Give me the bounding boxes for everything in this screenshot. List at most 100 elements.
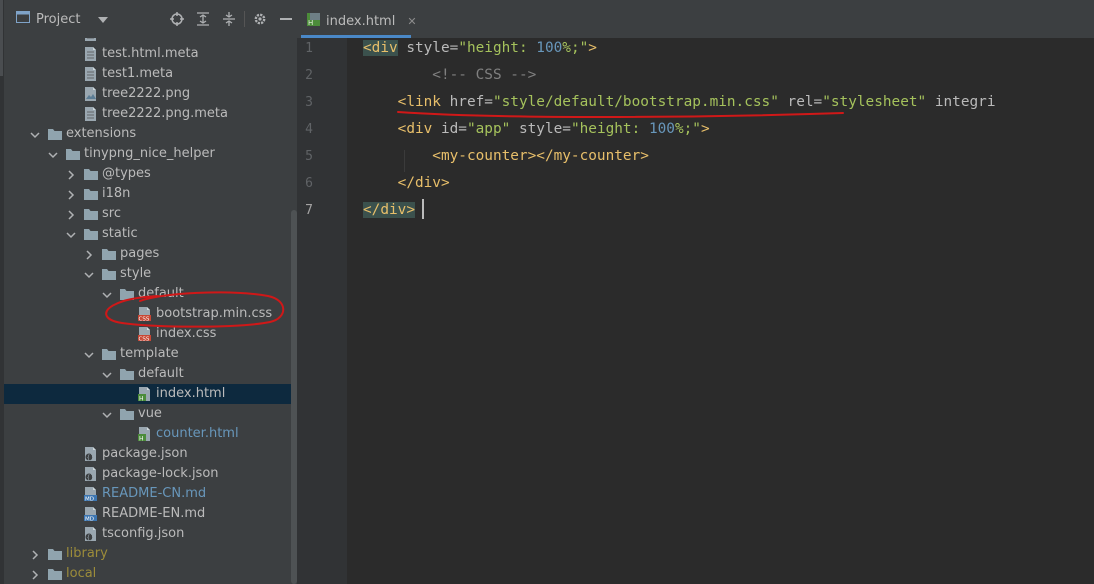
markdown-file-icon: MD	[84, 487, 98, 503]
tree-item[interactable]: test.html.meta	[4, 44, 297, 64]
html-file-icon: H	[307, 12, 320, 30]
chevron-right-icon[interactable]	[30, 569, 40, 580]
tree-item-label: pages	[120, 246, 160, 261]
chevron-down-icon[interactable]	[102, 289, 112, 299]
chevron-down-icon[interactable]	[84, 349, 94, 359]
tree-item[interactable]: library	[4, 544, 297, 564]
tree-item[interactable]: static	[4, 224, 297, 244]
tree-item-label: default	[138, 366, 184, 381]
project-header: Project	[4, 0, 297, 38]
code-line: <link href="style/default/bootstrap.min.…	[363, 92, 996, 112]
code-token: %;"	[674, 121, 701, 137]
tree-item-label: default	[138, 286, 184, 301]
line-number: 7	[305, 203, 313, 218]
code-token: rel=	[778, 94, 823, 110]
code-token: "height:	[570, 121, 649, 137]
tree-item[interactable]: test1.meta	[4, 64, 297, 84]
folder-icon	[48, 567, 62, 581]
tree-item-label: tsconfig.json	[102, 526, 185, 541]
tree-item[interactable]: default	[4, 284, 297, 304]
code-token: </div>	[363, 202, 415, 218]
svg-text:H: H	[139, 396, 144, 402]
hide-panel-button[interactable]	[273, 10, 297, 28]
tree-item[interactable]: {} tsconfig.json	[4, 524, 297, 544]
tree-item[interactable]: extensions	[4, 124, 297, 144]
tree-item[interactable]: tree2222.png	[4, 84, 297, 104]
project-toolbar	[164, 10, 297, 28]
editor-gutter: 1 2 3 4 5 6 7	[297, 38, 382, 584]
tree-item-label: @types	[102, 166, 151, 181]
tree-item-label: test1.meta	[102, 66, 174, 81]
tree-item-label: library	[66, 546, 108, 561]
chevron-right-icon[interactable]	[66, 169, 76, 180]
chevron-down-icon[interactable]	[84, 269, 94, 279]
code-editor[interactable]: <div style="height: 100%;"> <!-- CSS -->…	[347, 38, 1094, 584]
tree-item[interactable]: template	[4, 344, 297, 364]
folder-icon	[84, 227, 98, 241]
tree-item[interactable]: MD README-EN.md	[4, 504, 297, 524]
tree-item[interactable]: tree2222.png.meta	[4, 104, 297, 124]
chevron-right-icon[interactable]	[66, 209, 76, 220]
code-token: integri	[926, 94, 996, 110]
code-token: >	[588, 40, 597, 56]
project-view-selector[interactable]: Project	[16, 10, 111, 28]
tree-item[interactable]: i18n	[4, 184, 297, 204]
code-token: 100	[536, 40, 563, 56]
code-token: "app"	[466, 121, 511, 137]
chevron-right-icon[interactable]	[84, 249, 94, 260]
tree-item[interactable]: pages	[4, 244, 297, 264]
tree-item[interactable]: {} package-lock.json	[4, 464, 297, 484]
tree-item[interactable]: Hcounter.html	[4, 424, 297, 444]
collapse-all-icon	[223, 12, 235, 26]
tree-item[interactable]: Hindex.html	[4, 384, 297, 404]
tree-item[interactable]: vue	[4, 404, 297, 424]
tree-item[interactable]: CSS index.css	[4, 324, 297, 344]
tree-item[interactable]: local	[4, 564, 297, 584]
code-token: style=	[397, 40, 459, 56]
svg-text:{}: {}	[87, 475, 95, 482]
code-token: </div>	[363, 175, 450, 191]
locate-file-button[interactable]	[164, 10, 190, 28]
tree-item[interactable]: MD README-CN.md	[4, 484, 297, 504]
chevron-down-icon[interactable]	[30, 129, 40, 139]
collapse-all-button[interactable]	[216, 10, 242, 28]
tree-item-label: counter.html	[156, 426, 239, 441]
tree-item[interactable]: @types	[4, 164, 297, 184]
chevron-right-icon[interactable]	[30, 549, 40, 560]
svg-text:MD: MD	[85, 517, 94, 522]
chevron-right-icon[interactable]	[66, 189, 76, 200]
tree-item[interactable]: style	[4, 264, 297, 284]
tree-item[interactable]: {} package.json	[4, 444, 297, 464]
tree-item[interactable]: default	[4, 364, 297, 384]
svg-text:CSS: CSS	[139, 317, 150, 322]
tree-item-label: package.json	[102, 446, 188, 461]
css-file-icon: CSS	[138, 327, 152, 343]
markdown-file-icon: MD	[84, 507, 98, 523]
tree-item[interactable]: src	[4, 204, 297, 224]
svg-text:{}: {}	[87, 455, 95, 462]
tree-item[interactable]: tinypng_nice_helper	[4, 144, 297, 164]
chevron-down-icon[interactable]	[66, 229, 76, 239]
strip-marker	[0, 0, 3, 76]
svg-text:CSS: CSS	[139, 337, 150, 342]
settings-button[interactable]	[247, 10, 273, 28]
project-title: Project	[36, 11, 81, 27]
close-icon[interactable]: ✕	[407, 15, 416, 28]
chevron-down-icon[interactable]	[48, 149, 58, 159]
tab-index-html[interactable]: H index.html ✕	[301, 8, 417, 34]
tree-item-label: index.css	[156, 326, 217, 341]
code-token: <div	[363, 121, 433, 137]
line-number: 2	[305, 68, 313, 83]
tree-item-label: README-CN.md	[102, 486, 207, 501]
folder-icon	[102, 347, 116, 361]
expand-all-icon	[197, 12, 209, 26]
tree-item-label: src	[102, 206, 121, 221]
chevron-down-icon[interactable]	[102, 409, 112, 419]
expand-all-button[interactable]	[190, 10, 216, 28]
tree-item-label: style	[120, 266, 152, 281]
chevron-down-icon[interactable]	[102, 369, 112, 379]
code-token: %;"	[562, 40, 589, 56]
tree-item[interactable]: CSS bootstrap.min.css	[4, 304, 297, 324]
code-token: style=	[510, 121, 571, 137]
html-file-icon: H	[138, 427, 152, 443]
